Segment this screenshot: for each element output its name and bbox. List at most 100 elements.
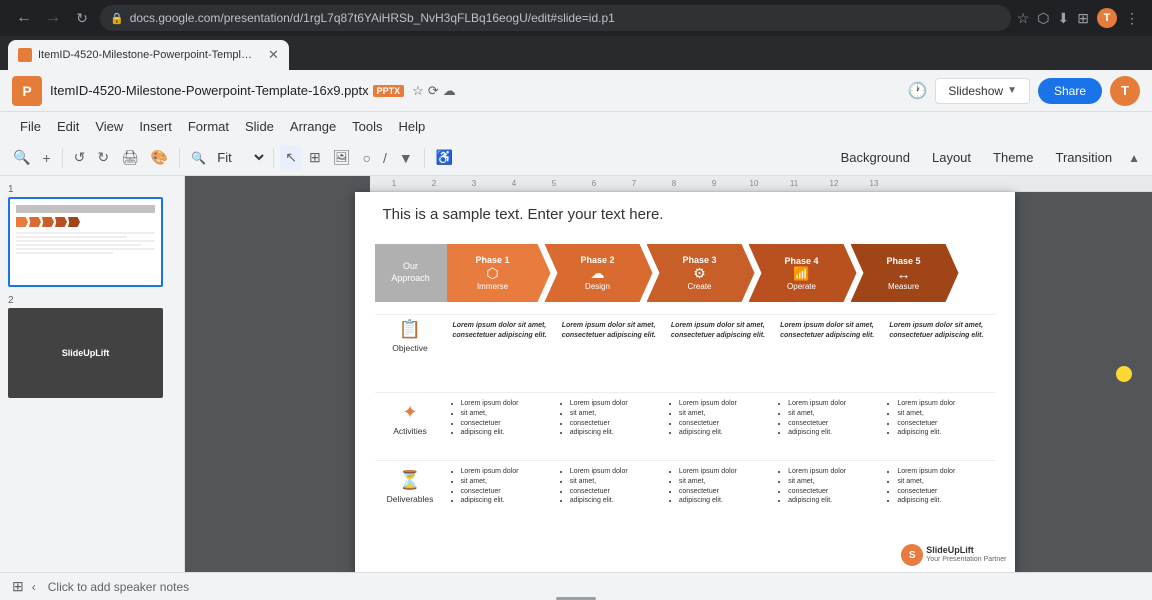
slideshow-label: Slideshow bbox=[948, 84, 1003, 98]
more-tool[interactable]: ▼ bbox=[394, 146, 418, 170]
phase-4-sublabel: Operate bbox=[787, 282, 816, 291]
activities-icon: ✦ bbox=[402, 402, 417, 423]
yellow-dot[interactable] bbox=[1116, 366, 1132, 382]
slide-canvas[interactable]: This is a sample text. Enter your text h… bbox=[355, 192, 1015, 572]
phases-container: Phase 1 ⬡ Immerse Phase 2 ☁ Design Phase… bbox=[443, 244, 959, 302]
slideuplift-logo: S SlideUpLift Your Presentation Partner bbox=[901, 544, 1006, 566]
menu-help[interactable]: Help bbox=[391, 117, 434, 136]
print-btn[interactable]: 🖨 bbox=[116, 145, 144, 170]
shape-tool[interactable]: ○ bbox=[358, 146, 376, 170]
phase-2-sublabel: Design bbox=[585, 282, 610, 291]
user-avatar[interactable]: T bbox=[1110, 76, 1140, 106]
activities-row: ✦ Activities Lorem ipsum dolorsit amet,c… bbox=[375, 392, 995, 440]
refresh-button[interactable]: ↻ bbox=[70, 6, 94, 30]
download-icon[interactable]: ⬇ bbox=[1058, 10, 1070, 27]
slide2-label: SlideUpLift bbox=[62, 348, 110, 358]
del-cell-2: Lorem ipsum dolorsit amet,consectetuerad… bbox=[559, 465, 667, 508]
grid-view-btn[interactable]: ⊞ bbox=[12, 578, 24, 595]
our-approach-text: OurApproach bbox=[391, 261, 430, 284]
paint-format-btn[interactable]: 🎨 bbox=[146, 145, 173, 170]
phase-4-icon: 📶 bbox=[793, 266, 809, 282]
menu-bar: File Edit View Insert Format Slide Arran… bbox=[0, 112, 1152, 140]
menu-file[interactable]: File bbox=[12, 117, 49, 136]
phase-5-icon: ↔ bbox=[897, 266, 911, 282]
theme-btn[interactable]: Theme bbox=[983, 146, 1043, 169]
toolbar: 🔍 + ↺ ↻ 🖨 🎨 🔍 Fit 50% 75% 100% ↖ ⊞ 🖼 ○ /… bbox=[0, 140, 1152, 176]
act-cell-3: Lorem ipsum dolorsit amet,consectetuerad… bbox=[668, 397, 776, 440]
image-tool[interactable]: 🖼 bbox=[328, 145, 356, 170]
forward-button[interactable]: → bbox=[41, 6, 65, 30]
obj-cell-5: Lorem ipsum dolor sit amet, consectetuer… bbox=[886, 319, 994, 353]
objective-text: Objective bbox=[392, 343, 427, 353]
collapse-toolbar-icon[interactable]: ▲ bbox=[1124, 147, 1144, 169]
slideshow-dropdown-icon[interactable]: ▼ bbox=[1007, 85, 1017, 96]
history-icon[interactable]: ⟳ bbox=[428, 83, 439, 99]
phase-4-arrow[interactable]: Phase 4 📶 Operate bbox=[749, 244, 857, 302]
phase-1-sublabel: Immerse bbox=[477, 282, 508, 291]
history-btn[interactable]: 🕐 bbox=[907, 81, 927, 101]
redo-btn[interactable]: ↻ bbox=[92, 145, 114, 170]
share-button[interactable]: Share bbox=[1038, 78, 1102, 104]
activities-label: ✦ Activities bbox=[375, 397, 450, 440]
app-bar: P ItemID-4520-Milestone-Powerpoint-Templ… bbox=[0, 70, 1152, 112]
cursor-tool[interactable]: ↖ bbox=[280, 145, 302, 170]
act-cell-2: Lorem ipsum dolorsit amet,consectetuerad… bbox=[559, 397, 667, 440]
profile-icon[interactable]: T bbox=[1097, 8, 1117, 28]
phase-1-icon: ⬡ bbox=[486, 265, 498, 282]
line-tool[interactable]: / bbox=[378, 146, 392, 170]
notes-placeholder[interactable]: Click to add speaker notes bbox=[48, 580, 1140, 594]
transition-btn[interactable]: Transition bbox=[1046, 146, 1123, 169]
background-btn[interactable]: Background bbox=[831, 146, 920, 169]
collapse-panel-icon[interactable]: ‹ bbox=[32, 580, 36, 594]
slide-thumb-1[interactable]: 1 bbox=[8, 184, 176, 287]
back-button[interactable]: ← bbox=[12, 6, 36, 30]
slide-number-2: 2 bbox=[8, 295, 176, 306]
menu-insert[interactable]: Insert bbox=[131, 117, 180, 136]
phase-3-arrow[interactable]: Phase 3 ⚙ Create bbox=[647, 244, 755, 302]
menu-slide[interactable]: Slide bbox=[237, 117, 282, 136]
phase-2-arrow[interactable]: Phase 2 ☁ Design bbox=[545, 244, 653, 302]
menu-tools[interactable]: Tools bbox=[344, 117, 390, 136]
zoom-btn[interactable]: 🔍 bbox=[186, 147, 211, 169]
window-icon[interactable]: ⊞ bbox=[1077, 10, 1089, 27]
bookmark-icon[interactable]: ☆ bbox=[1017, 10, 1030, 27]
undo-btn[interactable]: ↺ bbox=[69, 145, 91, 170]
layout-btn[interactable]: Layout bbox=[922, 146, 981, 169]
slide-title[interactable]: This is a sample text. Enter your text h… bbox=[383, 206, 995, 223]
extensions-icon[interactable]: ⬡ bbox=[1037, 10, 1049, 27]
menu-edit[interactable]: Edit bbox=[49, 117, 87, 136]
star-icon[interactable]: ☆ bbox=[412, 83, 424, 99]
objective-label: 📋 Objective bbox=[375, 319, 450, 353]
active-tab[interactable]: ItemID-4520-Milestone-Powerpoint-Templat… bbox=[8, 40, 289, 70]
deliverables-icon: ⏳ bbox=[399, 470, 421, 491]
accessibility-btn[interactable]: ♿ bbox=[431, 145, 458, 170]
menu-view[interactable]: View bbox=[87, 117, 131, 136]
del-cell-3: Lorem ipsum dolorsit amet,consectetuerad… bbox=[668, 465, 776, 508]
tab-close-icon[interactable]: ✕ bbox=[268, 47, 279, 63]
zoom-out-btn[interactable]: + bbox=[37, 146, 55, 170]
zoom-select[interactable]: Fit 50% 75% 100% bbox=[213, 149, 267, 166]
slide-thumb-2[interactable]: 2 SlideUpLift bbox=[8, 295, 176, 398]
cloud-icon[interactable]: ☁ bbox=[443, 83, 456, 99]
logo-name: SlideUpLift bbox=[926, 546, 1006, 556]
lock-icon: 🔒 bbox=[110, 12, 124, 25]
slides-panel: 1 bbox=[0, 176, 185, 572]
obj-cell-2: Lorem ipsum dolor sit amet, consectetuer… bbox=[559, 319, 667, 353]
tab-title: ItemID-4520-Milestone-Powerpoint-Templat… bbox=[38, 49, 258, 61]
phase-5-arrow[interactable]: Phase 5 ↔ Measure bbox=[851, 244, 959, 302]
address-bar[interactable]: 🔒 docs.google.com/presentation/d/1rgL7q8… bbox=[100, 5, 1011, 31]
menu-format[interactable]: Format bbox=[180, 117, 237, 136]
deliverables-row: ⏳ Deliverables Lorem ipsum dolorsit amet… bbox=[375, 460, 995, 508]
menu-arrange[interactable]: Arrange bbox=[282, 117, 344, 136]
phase-4-label: Phase 4 bbox=[784, 256, 818, 266]
objective-row: 📋 Objective Lorem ipsum dolor sit amet, … bbox=[375, 314, 995, 353]
phase-1-arrow[interactable]: Phase 1 ⬡ Immerse bbox=[443, 244, 551, 302]
select-tool[interactable]: ⊞ bbox=[304, 145, 326, 170]
zoom-in-btn[interactable]: 🔍 bbox=[8, 145, 35, 170]
menu-dots-icon[interactable]: ⋮ bbox=[1125, 10, 1140, 27]
main-area: 1 bbox=[0, 176, 1152, 572]
url-text: docs.google.com/presentation/d/1rgL7q87t… bbox=[130, 11, 615, 25]
phase-1-label: Phase 1 bbox=[475, 255, 509, 265]
slideshow-button[interactable]: Slideshow ▼ bbox=[935, 78, 1030, 104]
del-cell-4: Lorem ipsum dolorsit amet,consectetuerad… bbox=[777, 465, 885, 508]
